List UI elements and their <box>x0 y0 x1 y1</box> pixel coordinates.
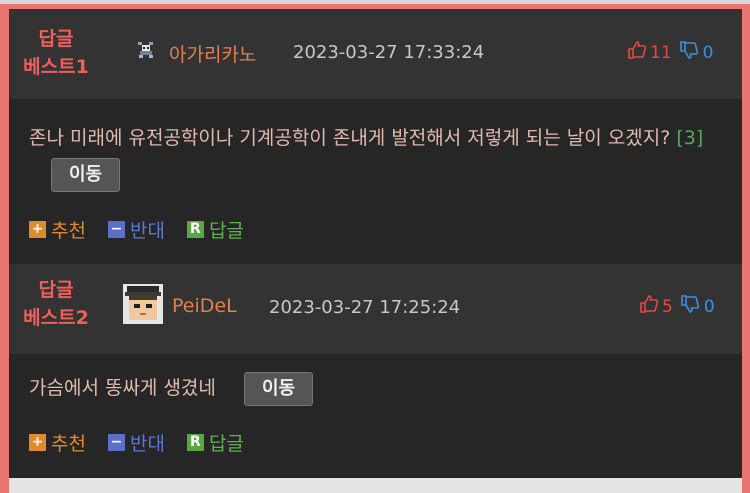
recommend-button[interactable]: + 추천 <box>29 429 86 456</box>
reply-count-link[interactable]: [3] <box>676 127 703 149</box>
character-icon <box>137 41 155 63</box>
vote-counts: 11 0 <box>627 40 713 65</box>
comment-header: 답글 베스트1 아가리카노 2023-03-27 17:33:24 11 0 <box>9 9 742 99</box>
best-badge-line2: 베스트1 <box>23 56 89 78</box>
reply-button[interactable]: R 답글 <box>186 429 244 456</box>
thumbs-up-icon[interactable] <box>639 294 659 319</box>
comment-body: 가슴에서 똥싸게 생겼네 이동 + 추천 − 반대 R 답글 <box>9 354 742 479</box>
reply-r-icon: R <box>186 221 204 238</box>
thumbs-down-icon[interactable] <box>680 294 700 319</box>
reply-label: 답글 <box>208 220 244 242</box>
pixel-face-icon <box>123 284 163 328</box>
move-button[interactable]: 이동 <box>243 371 314 406</box>
nickname-link[interactable]: 아가리카노 <box>169 40 256 67</box>
reply-label: 답글 <box>208 433 244 455</box>
comment-header: 답글 베스트2 PeiDeL 2023-03-27 17:25:24 5 0 <box>9 264 742 354</box>
upvote-count: 11 <box>650 42 672 63</box>
best-comments-panel: 답글 베스트1 아가리카노 2023-03-27 17:33:24 11 0 존… <box>9 8 742 479</box>
comment-date: 2023-03-27 17:25:24 <box>269 297 461 318</box>
best-badge: 답글 베스트1 <box>17 25 95 81</box>
best-badge-line1: 답글 <box>38 28 74 50</box>
comment-text-content: 가슴에서 똥싸게 생겼네 <box>29 377 216 399</box>
best-badge: 답글 베스트2 <box>17 276 95 332</box>
downvote-count: 0 <box>703 296 715 317</box>
oppose-label: 반대 <box>129 433 165 455</box>
oppose-button[interactable]: − 반대 <box>107 429 165 456</box>
comment-actions: + 추천 − 반대 R 답글 <box>29 429 266 456</box>
recommend-button[interactable]: + 추천 <box>29 216 86 243</box>
recommend-label: 추천 <box>51 433 86 455</box>
minus-icon: − <box>107 221 125 238</box>
comment-body: 존나 미래에 유전공학이나 기계공학이 존내게 발전해서 저렇게 되는 날이 오… <box>9 99 742 264</box>
reply-r-icon: R <box>186 434 204 451</box>
oppose-button[interactable]: − 반대 <box>107 216 165 243</box>
thumbs-up-icon[interactable] <box>627 40 647 65</box>
recommend-label: 추천 <box>51 220 86 242</box>
plus-icon: + <box>29 434 46 451</box>
comment-actions: + 추천 − 반대 R 답글 <box>29 216 266 243</box>
bottom-border <box>9 478 742 493</box>
nickname-link[interactable]: PeiDeL <box>172 295 237 317</box>
vote-counts: 5 0 <box>639 294 715 319</box>
thumbs-down-icon[interactable] <box>679 40 699 65</box>
minus-icon: − <box>107 434 125 451</box>
comment-date: 2023-03-27 17:33:24 <box>293 42 485 63</box>
best-badge-line2: 베스트2 <box>23 307 89 329</box>
best-badge-line1: 답글 <box>38 279 74 301</box>
upvote-count: 5 <box>662 296 673 317</box>
comment-text: 가슴에서 똥싸게 생겼네 이동 <box>29 370 734 406</box>
reply-button[interactable]: R 답글 <box>186 216 244 243</box>
downvote-count: 0 <box>702 42 714 63</box>
plus-icon: + <box>29 221 46 238</box>
comment-text-content: 존나 미래에 유전공학이나 기계공학이 존내게 발전해서 저렇게 되는 날이 오… <box>29 127 671 149</box>
comment-text: 존나 미래에 유전공학이나 기계공학이 존내게 발전해서 저렇게 되는 날이 오… <box>29 120 734 192</box>
move-button[interactable]: 이동 <box>51 157 121 192</box>
top-border <box>0 0 750 4</box>
oppose-label: 반대 <box>129 220 165 242</box>
